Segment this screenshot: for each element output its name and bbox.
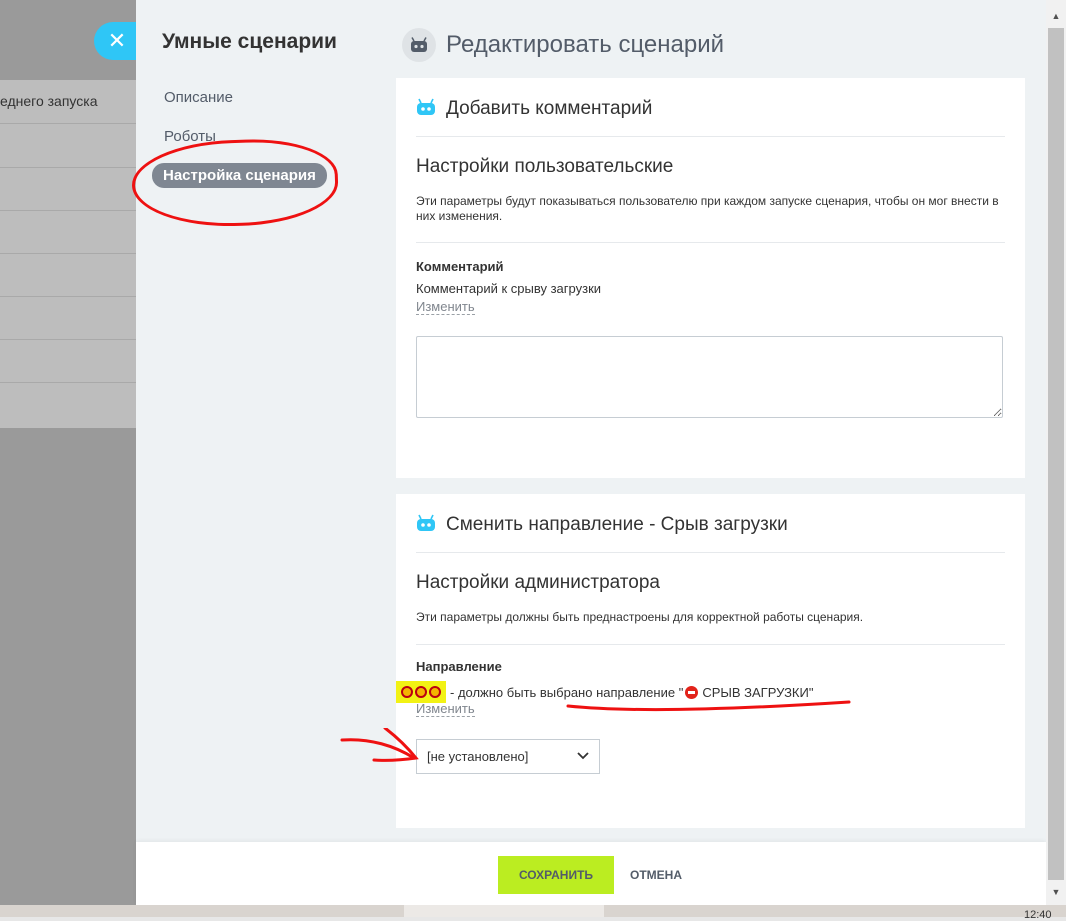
section-description: Эти параметры должны быть преднастроены … [416, 610, 864, 624]
add-comment-card: Добавить комментарий Настройки пользоват… [396, 78, 1025, 478]
table-row [0, 167, 136, 211]
field-label: Направление [416, 659, 502, 674]
scroll-down-icon[interactable]: ▼ [1050, 886, 1062, 898]
divider [416, 644, 1005, 645]
direction-name: СРЫВ ЗАГРУЗКИ [702, 684, 809, 700]
direction-select[interactable]: [не установлено] [416, 739, 600, 774]
table-row [0, 124, 136, 168]
card-header: Сменить направление - Срыв загрузки [416, 514, 1005, 553]
card-title: Добавить комментарий [446, 98, 653, 119]
background-page: еднего запуска [0, 0, 136, 905]
change-comment-link[interactable]: Изменить [416, 300, 475, 315]
robot-icon [416, 514, 436, 537]
robot-icon [402, 28, 436, 62]
table-row [0, 253, 136, 297]
highlighted-circles-icon [396, 681, 446, 703]
change-direction-card: Сменить направление - Срыв загрузки Наст… [396, 494, 1025, 828]
background-table-header: еднего запуска [0, 80, 136, 124]
section-description: Эти параметры будут показываться пользов… [416, 194, 999, 223]
field-value-prefix: - должно быть выбрано направление " [450, 684, 684, 700]
scenario-slider: Умные сценарии Описание Роботы Настройка… [130, 0, 1046, 905]
cancel-button[interactable]: ОТМЕНА [620, 856, 692, 894]
stop-sign-icon [685, 685, 699, 699]
section-title: Настройки администратора [416, 572, 660, 593]
card-header: Добавить комментарий [416, 98, 1005, 137]
table-row [0, 296, 136, 340]
table-row [0, 210, 136, 254]
save-button[interactable]: СОХРАНИТЬ [498, 856, 614, 894]
direction-select-value: [не установлено] [427, 749, 529, 764]
background-column-header: еднего запуска [0, 93, 98, 109]
nav-item-scenario-settings[interactable]: Настройка сценария [152, 163, 327, 188]
background-table: еднего запуска [0, 80, 136, 428]
scrollbar-thumb[interactable] [1048, 28, 1064, 880]
change-direction-link[interactable]: Изменить [416, 702, 475, 717]
field-value: - должно быть выбрано направление " СРЫВ… [396, 681, 814, 703]
slider-footer: СОХРАНИТЬ ОТМЕНА [136, 842, 1046, 905]
scroll-up-icon[interactable]: ▲ [1050, 10, 1062, 22]
table-row [0, 339, 136, 383]
nav-item-robots[interactable]: Роботы [164, 128, 216, 145]
chevron-down-icon [577, 740, 589, 785]
field-label: Комментарий [416, 259, 504, 274]
field-value: Комментарий к срыву загрузки [416, 281, 602, 296]
scenario-nav: Умные сценарии Описание Роботы Настройка… [130, 0, 386, 905]
nav-title: Умные сценарии [162, 30, 337, 53]
robot-icon [416, 98, 436, 121]
close-slider-button[interactable]: ✕ [94, 22, 140, 60]
taskbar-clock: 12:40 [1024, 909, 1052, 921]
divider [416, 242, 1005, 243]
field-value-suffix: " [808, 684, 814, 700]
nav-item-description[interactable]: Описание [164, 89, 233, 106]
taskbar-item[interactable] [404, 905, 604, 917]
section-title: Настройки пользовательские [416, 156, 674, 177]
close-icon: ✕ [107, 28, 127, 53]
page-header: Редактировать сценарий [402, 28, 724, 62]
comment-textarea[interactable] [416, 336, 1003, 418]
card-title: Сменить направление - Срыв загрузки [446, 514, 788, 535]
page-title: Редактировать сценарий [446, 31, 725, 58]
taskbar [0, 905, 1066, 917]
